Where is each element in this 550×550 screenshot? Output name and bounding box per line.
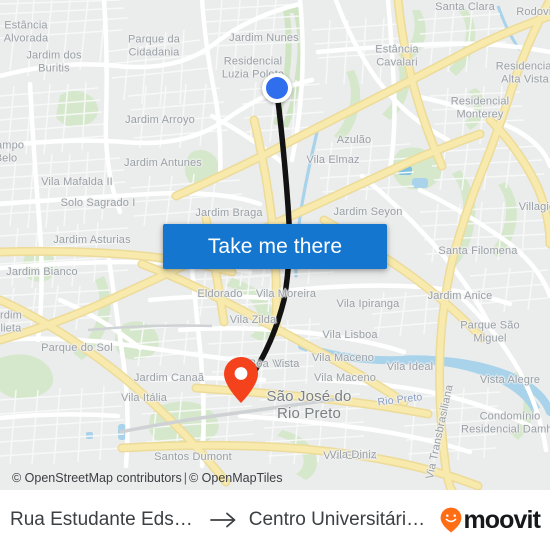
map-pin-icon: [224, 357, 258, 403]
moovit-wordmark: moovit: [463, 505, 540, 534]
map-canvas[interactable]: Estância Alvorada Jardim dos Buritis Parqu…: [0, 0, 550, 490]
arrow-right-icon: [209, 512, 236, 528]
destination-pin-marker[interactable]: [222, 356, 260, 404]
attribution-osm[interactable]: © OpenStreetMap contributors: [12, 471, 182, 485]
destination-place-label[interactable]: Centro Universitário De ...: [249, 509, 431, 531]
take-me-there-button[interactable]: Take me there: [163, 224, 387, 269]
attribution-separator: |: [183, 471, 187, 485]
moovit-logo[interactable]: moovit: [440, 505, 541, 534]
moovit-pin-icon: [441, 507, 462, 533]
map-attribution: © OpenStreetMap contributors | © OpenMapTi…: [0, 470, 550, 490]
moovit-map-screen: Estância Alvorada Jardim dos Buritis Parqu…: [0, 0, 550, 550]
origin-location-marker[interactable]: [262, 73, 292, 103]
origin-place-label[interactable]: Rua Estudante Edson Lu...: [10, 509, 199, 531]
trip-summary-bar: Rua Estudante Edson Lu... Centro Univers…: [0, 490, 550, 550]
attribution-tiles[interactable]: © OpenMapTiles: [189, 471, 283, 485]
origin-dot-icon: [266, 77, 288, 99]
